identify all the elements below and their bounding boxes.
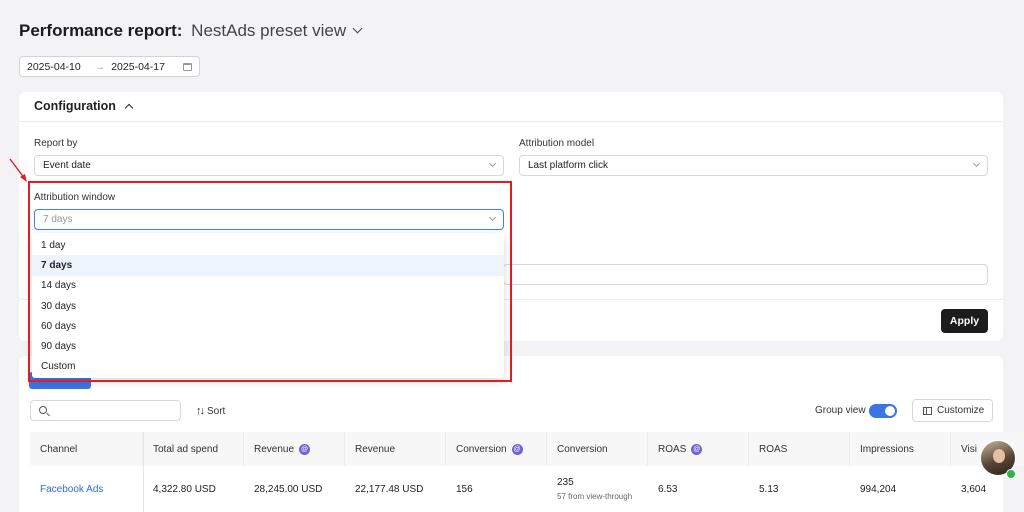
column-label: Total ad spend [153,443,219,455]
attribution-window-label: Attribution window [34,192,116,203]
group-view-toggle[interactable] [869,404,897,418]
chevron-down-icon [352,23,363,34]
conversion-platform-value: 235 [557,476,574,488]
conversion-platform-cell: 235 57 from view-through [547,466,648,512]
column-label: ROAS [759,443,788,455]
nestads-badge-icon: @ [691,443,703,455]
table-row: Facebook Ads 4,322.80 USD 28,245.00 USD … [30,466,1024,512]
preset-selector[interactable]: NestAds preset view [191,21,363,40]
table-header: Channel Total ad spend Revenue @ Revenue … [30,432,1024,466]
columns-icon [923,406,932,415]
avatar-face [993,449,1005,463]
report-by-value: Event date [43,160,91,171]
column-header[interactable]: Conversion @ [446,432,547,466]
chevron-down-icon [488,213,497,222]
date-end: 2025-04-17 [111,60,165,73]
impressions-cell: 994,204 [860,483,897,495]
dropdown-option[interactable]: 14 days [32,276,504,296]
dropdown-option-selected[interactable]: 7 days [32,255,504,276]
column-header[interactable]: Total ad spend [143,432,244,466]
attribution-model-value: Last platform click [528,160,609,171]
dropdown-option[interactable]: 90 days [32,336,504,356]
dropdown-option[interactable]: 1 day [32,235,504,255]
sort-button[interactable]: ↑↓ Sort [196,405,225,417]
column-header[interactable]: Impressions [850,432,951,466]
column-label: ROAS [658,443,687,455]
total-ad-spend-cell: 4,322.80 USD [153,483,216,495]
nestads-badge-icon: @ [299,443,311,455]
chevron-up-icon [124,103,134,113]
column-header[interactable]: Revenue @ [244,432,345,466]
dropdown-option[interactable]: 30 days [32,296,504,316]
column-header[interactable]: Conversion [547,432,648,466]
column-label: Impressions [860,443,914,455]
customize-button[interactable]: Customize [912,399,993,422]
column-label: Conversion [557,443,608,455]
date-range-picker[interactable]: 2025-04-10 → 2025-04-17 [19,56,200,77]
group-view-label: Group view [815,405,866,416]
apply-button[interactable]: Apply [941,309,988,333]
chevron-down-icon [488,159,497,168]
preset-name: NestAds preset view [191,21,347,40]
attribution-model-select[interactable]: Last platform click [519,155,988,176]
revenue-platform-cell: 22,177.48 USD [355,483,424,495]
revenue-nestads-cell: 28,245.00 USD [254,483,323,495]
column-label: Visi [961,443,977,455]
divider [19,121,1003,122]
customize-label: Customize [937,405,985,416]
calendar-icon [183,62,192,71]
channel-link[interactable]: Facebook Ads [30,466,143,512]
column-header[interactable]: ROAS @ [648,432,749,466]
roas-platform-cell: 5.13 [759,483,779,495]
dropdown-option[interactable]: 60 days [32,316,504,336]
online-status-icon [1006,469,1016,479]
conversion-note: 57 from view-through [557,491,633,501]
column-header[interactable]: Channel [30,432,143,466]
nestads-badge-icon: @ [511,443,523,455]
report-by-select[interactable]: Event date [34,155,504,176]
attribution-window-dropdown: 1 day 7 days 14 days 30 days 60 days 90 … [32,233,504,378]
report-by-label: Report by [34,138,78,149]
arrow-right-icon: → [94,60,106,73]
sort-icon: ↑↓ [196,405,205,417]
configuration-toggle[interactable]: Configuration [34,98,134,114]
page-title: Performance report: NestAds preset view [19,21,363,41]
column-divider [143,432,144,512]
column-header[interactable]: Revenue [345,432,446,466]
hidden-field-input[interactable] [503,264,988,285]
date-start: 2025-04-10 [27,60,81,73]
attribution-window-value: 7 days [43,214,73,225]
configuration-title: Configuration [34,99,116,113]
annotation-arrow-icon [9,158,27,182]
search-icon [39,406,47,414]
attribution-model-label: Attribution model [519,138,595,149]
column-label: Conversion [456,443,507,455]
sort-label: Sort [207,405,226,417]
search-input[interactable] [30,400,181,421]
conversion-nestads-cell: 156 [456,483,473,495]
page-title-label: Performance report: [19,21,183,40]
chevron-down-icon [972,159,981,168]
column-label: Revenue [355,443,396,455]
attribution-window-select[interactable]: 7 days [34,209,504,230]
column-label: Revenue [254,443,295,455]
column-label: Channel [40,443,78,455]
roas-nestads-cell: 6.53 [658,483,678,495]
dropdown-option[interactable]: Custom [32,357,504,377]
column-header[interactable]: ROAS [749,432,850,466]
